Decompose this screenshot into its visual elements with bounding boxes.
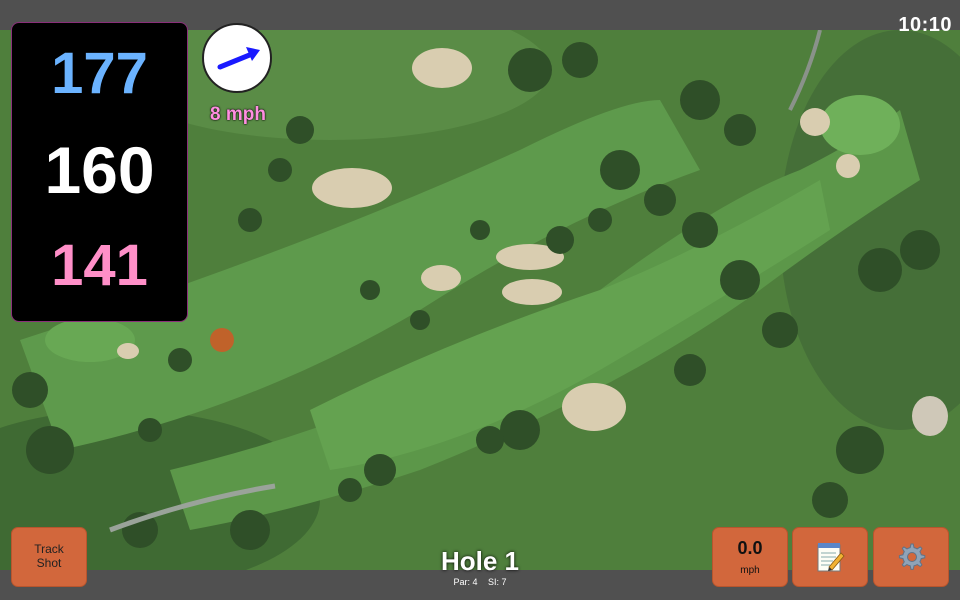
track-shot-button[interactable]: Track Shot [11, 527, 87, 587]
distance-front: 141 [51, 233, 148, 298]
track-shot-label-line1: Track [34, 542, 64, 557]
distance-panel: 177 160 141 [11, 22, 188, 322]
hole-par: Par: 4 [453, 577, 478, 587]
hole-stroke-index: SI: 7 [488, 577, 507, 587]
notes-button[interactable] [792, 527, 868, 587]
speed-value: 0.0 [737, 537, 763, 558]
clock: 10:10 [898, 14, 952, 36]
gear-icon [898, 543, 926, 570]
wind-indicator [202, 23, 272, 93]
hole-title: Hole 1 [440, 546, 520, 576]
distance-middle: 160 [44, 133, 155, 207]
settings-button[interactable] [873, 527, 949, 587]
hole-info: Par: 4 SI: 7 [400, 577, 560, 587]
speed-unit: mph [740, 564, 760, 576]
distance-back: 177 [51, 41, 148, 106]
wind-arrow-icon [217, 47, 260, 70]
speed-button[interactable]: 0.0 mph [712, 527, 788, 587]
notepad-icon [817, 543, 845, 572]
wind-speed: 8 mph [210, 104, 266, 125]
track-shot-label-line2: Shot [36, 556, 62, 570]
